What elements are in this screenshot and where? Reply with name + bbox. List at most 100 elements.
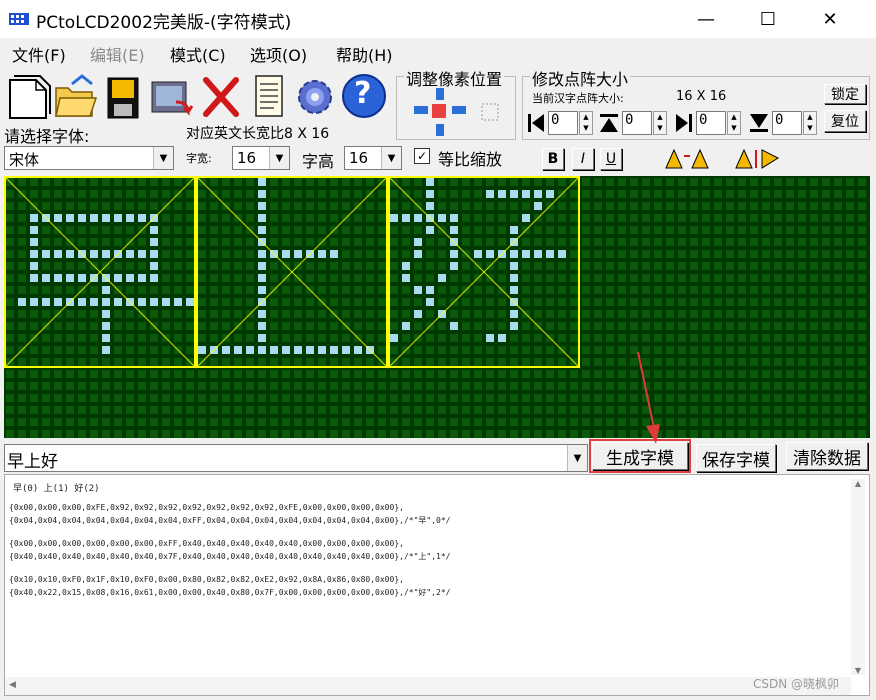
pixel-off[interactable]: [222, 190, 230, 198]
pixel-off[interactable]: [66, 358, 74, 366]
pixel-off[interactable]: [450, 430, 458, 438]
pixel-off[interactable]: [318, 358, 326, 366]
pixel-off[interactable]: [186, 262, 194, 270]
pixel-off[interactable]: [534, 382, 542, 390]
pixel-off[interactable]: [486, 286, 494, 294]
pixel-off[interactable]: [246, 214, 254, 222]
pixel-off[interactable]: [774, 262, 782, 270]
pixel-off[interactable]: [534, 394, 542, 402]
pixel-off[interactable]: [474, 286, 482, 294]
pixel-off[interactable]: [90, 178, 98, 186]
pixel-off[interactable]: [810, 358, 818, 366]
pixel-off[interactable]: [234, 190, 242, 198]
pixel-off[interactable]: [690, 190, 698, 198]
pixel-off[interactable]: [450, 346, 458, 354]
pixel-off[interactable]: [702, 238, 710, 246]
pixel-off[interactable]: [150, 370, 158, 378]
pixel-off[interactable]: [282, 178, 290, 186]
pixel-off[interactable]: [762, 310, 770, 318]
pixel-off[interactable]: [354, 214, 362, 222]
pixel-off[interactable]: [378, 286, 386, 294]
pixel-off[interactable]: [858, 274, 866, 282]
pixel-off[interactable]: [534, 310, 542, 318]
pixel-off[interactable]: [714, 238, 722, 246]
pixel-off[interactable]: [294, 214, 302, 222]
new-file-icon[interactable]: [6, 72, 52, 120]
pixel-off[interactable]: [798, 334, 806, 342]
pixel-off[interactable]: [774, 358, 782, 366]
pixel-off[interactable]: [642, 298, 650, 306]
pixel-off[interactable]: [378, 346, 386, 354]
pixel-off[interactable]: [654, 310, 662, 318]
pixel-off[interactable]: [846, 238, 854, 246]
pixel-off[interactable]: [426, 370, 434, 378]
pixel-off[interactable]: [666, 202, 674, 210]
pixel-off[interactable]: [306, 322, 314, 330]
pixel-off[interactable]: [186, 322, 194, 330]
pixel-off[interactable]: [822, 202, 830, 210]
pixel-off[interactable]: [78, 394, 86, 402]
pixel-on[interactable]: [102, 346, 110, 354]
pixel-off[interactable]: [222, 394, 230, 402]
pixel-off[interactable]: [90, 370, 98, 378]
pixel-on[interactable]: [486, 190, 494, 198]
pixel-on[interactable]: [30, 274, 38, 282]
pixel-off[interactable]: [798, 406, 806, 414]
pixel-off[interactable]: [150, 430, 158, 438]
pixel-off[interactable]: [774, 382, 782, 390]
pixel-off[interactable]: [606, 430, 614, 438]
pixel-off[interactable]: [114, 358, 122, 366]
pixel-on[interactable]: [402, 322, 410, 330]
pixel-off[interactable]: [390, 202, 398, 210]
pixel-off[interactable]: [726, 178, 734, 186]
pixel-off[interactable]: [522, 370, 530, 378]
pixel-off[interactable]: [786, 262, 794, 270]
pixel-off[interactable]: [66, 346, 74, 354]
pixel-off[interactable]: [174, 250, 182, 258]
pixel-off[interactable]: [66, 394, 74, 402]
pixel-off[interactable]: [342, 286, 350, 294]
bold-button[interactable]: B: [542, 148, 564, 170]
pixel-on[interactable]: [426, 226, 434, 234]
pixel-on[interactable]: [450, 262, 458, 270]
pixel-off[interactable]: [798, 274, 806, 282]
pixel-off[interactable]: [810, 298, 818, 306]
pixel-on[interactable]: [294, 346, 302, 354]
pixel-off[interactable]: [726, 370, 734, 378]
pixel-off[interactable]: [414, 226, 422, 234]
pixel-off[interactable]: [354, 250, 362, 258]
pixel-off[interactable]: [306, 418, 314, 426]
pixel-off[interactable]: [210, 202, 218, 210]
pixel-on[interactable]: [30, 298, 38, 306]
pixel-off[interactable]: [534, 298, 542, 306]
pixel-off[interactable]: [690, 214, 698, 222]
pixel-off[interactable]: [678, 358, 686, 366]
pixel-off[interactable]: [234, 358, 242, 366]
pixel-on[interactable]: [102, 310, 110, 318]
pixel-off[interactable]: [702, 274, 710, 282]
pixel-off[interactable]: [834, 334, 842, 342]
pixel-off[interactable]: [450, 202, 458, 210]
pixel-off[interactable]: [366, 322, 374, 330]
pixel-off[interactable]: [630, 214, 638, 222]
pixel-off[interactable]: [714, 310, 722, 318]
pixel-off[interactable]: [6, 430, 14, 438]
pixel-off[interactable]: [678, 214, 686, 222]
pixel-off[interactable]: [234, 370, 242, 378]
pixel-off[interactable]: [186, 382, 194, 390]
pixel-off[interactable]: [426, 430, 434, 438]
pixel-off[interactable]: [762, 394, 770, 402]
pixel-off[interactable]: [750, 370, 758, 378]
pixel-off[interactable]: [330, 394, 338, 402]
pixel-off[interactable]: [726, 214, 734, 222]
pixel-off[interactable]: [798, 178, 806, 186]
pixel-off[interactable]: [846, 178, 854, 186]
pixel-off[interactable]: [186, 202, 194, 210]
pixel-off[interactable]: [246, 190, 254, 198]
pixel-off[interactable]: [858, 430, 866, 438]
notes-icon[interactable]: [246, 72, 292, 120]
pixel-off[interactable]: [798, 286, 806, 294]
pixel-on[interactable]: [414, 286, 422, 294]
pixel-off[interactable]: [750, 430, 758, 438]
pixel-off[interactable]: [90, 310, 98, 318]
